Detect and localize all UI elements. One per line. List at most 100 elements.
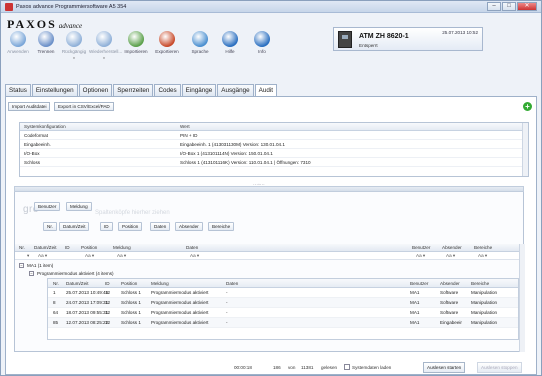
import-audit-button[interactable]: Import Auditdatei: [8, 102, 51, 111]
toolbar-help-button[interactable]: Hilfe: [215, 31, 245, 54]
column-chip[interactable]: Position: [118, 222, 143, 231]
filter-cell[interactable]: Aa ▾: [478, 253, 487, 259]
grid-col-header[interactable]: ID: [65, 245, 70, 250]
toolbar-apply-button[interactable]: Anwenden: [3, 31, 33, 54]
device-panel[interactable]: ATM ZH 8620-1 Entsperrt 25.07.2013 10:52: [333, 27, 483, 51]
stop-read-button[interactable]: Auslesen stoppen: [477, 362, 522, 373]
config-value: PIN + ID: [180, 133, 198, 138]
table-row[interactable]: 8 24.07.2013 17:09:31 12 Schloss 1 Programmi…: [48, 298, 518, 308]
collapse-icon[interactable]: −: [29, 271, 34, 277]
detail-col-header[interactable]: Meldung: [151, 281, 169, 286]
group-chip-benutzer[interactable]: Benutzer: [34, 202, 61, 211]
detail-header: Nr. Datum/Zeit ID Position Meldung Daten Benut…: [48, 279, 518, 288]
toolbar-label: Info: [258, 49, 266, 54]
grid-col-header[interactable]: Nr.: [19, 245, 25, 250]
toolbar-redo-button[interactable]: Wiederherstell... v: [89, 31, 122, 60]
disconnect-icon: [38, 31, 54, 47]
toolbar-disconnect-button[interactable]: Trennen: [31, 31, 61, 54]
detail-col-header[interactable]: Nr.: [53, 281, 59, 286]
dropdown-arrow-icon[interactable]: v: [59, 55, 89, 60]
toolbar-import-button[interactable]: Importieren: [121, 31, 151, 54]
audit-grid-area: gro Spaltenköpfe hierher ziehen Benutzer…: [14, 192, 525, 352]
tab-status[interactable]: Status: [5, 84, 31, 96]
table-cell: MA1: [410, 310, 420, 315]
grid-col-header[interactable]: Position: [81, 245, 97, 250]
detail-col-header[interactable]: Bereiche: [471, 281, 489, 286]
filter-icon[interactable]: ▾: [27, 253, 29, 259]
config-scrollbar[interactable]: [522, 123, 528, 176]
config-key: Codeformat: [24, 133, 49, 138]
table-cell: 85: [53, 320, 59, 325]
table-row[interactable]: 64 18.07.2013 09:55:31 12 Schloss 1 Programm…: [48, 308, 518, 318]
redo-icon: [96, 31, 112, 47]
grid-col-header[interactable]: Absender: [442, 245, 462, 250]
elapsed-time: 00:00:18: [234, 365, 252, 370]
tab-bar: Status Einstellungen Optionen Sperrzeiten Co…: [5, 84, 277, 97]
filter-cell[interactable]: Aa ▾: [85, 253, 94, 259]
tab-optionen[interactable]: Optionen: [78, 84, 113, 96]
dropdown-arrow-icon[interactable]: v: [89, 55, 119, 60]
grid-scrollbar[interactable]: [519, 244, 525, 352]
table-cell: 12: [105, 290, 111, 295]
column-chip[interactable]: Absender: [175, 222, 203, 231]
toolbar-export-button[interactable]: Exportieren: [152, 31, 182, 54]
column-chip[interactable]: Nr.: [43, 222, 57, 231]
system-data-checkbox[interactable]: [344, 364, 350, 370]
close-button[interactable]: ✕: [517, 2, 537, 11]
grid-col-header[interactable]: Datum/Zeit: [34, 245, 56, 250]
column-chip[interactable]: Daten: [150, 222, 171, 231]
tab-codes[interactable]: Codes: [154, 84, 181, 96]
grid-col-header[interactable]: Meldung: [113, 245, 131, 250]
toolbar-undo-button[interactable]: Rückgängig v: [59, 31, 89, 60]
filter-cell[interactable]: Aa ▾: [190, 253, 199, 259]
config-col-key: Systemkonfiguration: [24, 124, 66, 129]
table-row[interactable]: 1 25.07.2013 10:49:46 12 Schloss 1 Programmi…: [48, 288, 518, 298]
tab-ausgänge[interactable]: Ausgänge: [217, 84, 254, 96]
group-row-user[interactable]: − MA1 (1 item): [19, 262, 53, 270]
column-chip[interactable]: Datum/Zeit: [59, 222, 90, 231]
group-chip-meldung[interactable]: Meldung: [66, 202, 92, 211]
config-key: Schloss: [24, 160, 41, 165]
column-chip[interactable]: ID: [100, 222, 113, 231]
detail-col-header[interactable]: Position: [121, 281, 137, 286]
tab-einstellungen[interactable]: Einstellungen: [31, 84, 78, 96]
table-cell: MA1: [410, 320, 420, 325]
toolbar-language-button[interactable]: Sprache: [185, 31, 215, 54]
column-chip[interactable]: Bereiche: [208, 222, 235, 231]
toolbar-info-button[interactable]: Info: [247, 31, 277, 54]
grid-col-header[interactable]: Bereiche: [474, 245, 492, 250]
config-row: Schloss Schloss 1 (413101116K) Version: 1…: [20, 158, 528, 167]
detail-col-header[interactable]: Daten: [226, 281, 238, 286]
toolbar-label: Importieren: [124, 49, 148, 54]
filter-cell[interactable]: Aa ▾: [38, 253, 47, 259]
filter-cell[interactable]: Aa ▾: [117, 253, 126, 259]
add-icon[interactable]: +: [523, 102, 532, 111]
config-value: Eingabeeinh. 1 (413031130M) Version: 130…: [180, 142, 285, 147]
detail-col-header[interactable]: ID: [105, 281, 110, 286]
detail-col-header[interactable]: Absender: [440, 281, 460, 286]
detail-col-header[interactable]: Benutzer: [410, 281, 428, 286]
window-title: Paxos advance Programmiersoftware A5 354: [16, 4, 127, 10]
maximize-button[interactable]: □: [502, 2, 516, 11]
minimize-button[interactable]: –: [487, 2, 501, 11]
tab-eingänge[interactable]: Eingänge: [181, 84, 217, 96]
detail-col-header[interactable]: Datum/Zeit: [66, 281, 88, 286]
table-cell: Manipulation: [471, 290, 498, 295]
export-csv-button[interactable]: Export in CSV/Excel/PAD: [54, 102, 114, 111]
grid-col-header[interactable]: Daten: [186, 245, 198, 250]
of-label: von: [288, 365, 296, 370]
device-status: Entsperrt: [359, 43, 378, 48]
tab-sperrzeiten[interactable]: Sperrzeiten: [113, 84, 154, 96]
table-cell: Software: [440, 290, 459, 295]
table-cell: Programmiermodus aktiviert: [151, 300, 209, 305]
filter-cell[interactable]: Aa ▾: [446, 253, 455, 259]
config-row: I/O-Box I/O-Box 1 (413101114N) Version: 1…: [20, 149, 528, 158]
filter-cell[interactable]: Aa ▾: [416, 253, 425, 259]
table-cell: Manipulation: [471, 320, 498, 325]
start-read-button[interactable]: Auslesen starten: [423, 362, 466, 373]
grid-col-header[interactable]: Benutzer: [412, 245, 430, 250]
collapse-icon[interactable]: −: [19, 263, 24, 269]
group-row-message[interactable]: − Programmiermodus aktiviert (4 items): [29, 270, 114, 278]
status-bar: 00:00:18 186 von 11381 gelesen Systemdat…: [1, 359, 541, 376]
table-row[interactable]: 85 12.07.2013 08:25:22 12 Schloss 1 Programm…: [48, 318, 518, 328]
